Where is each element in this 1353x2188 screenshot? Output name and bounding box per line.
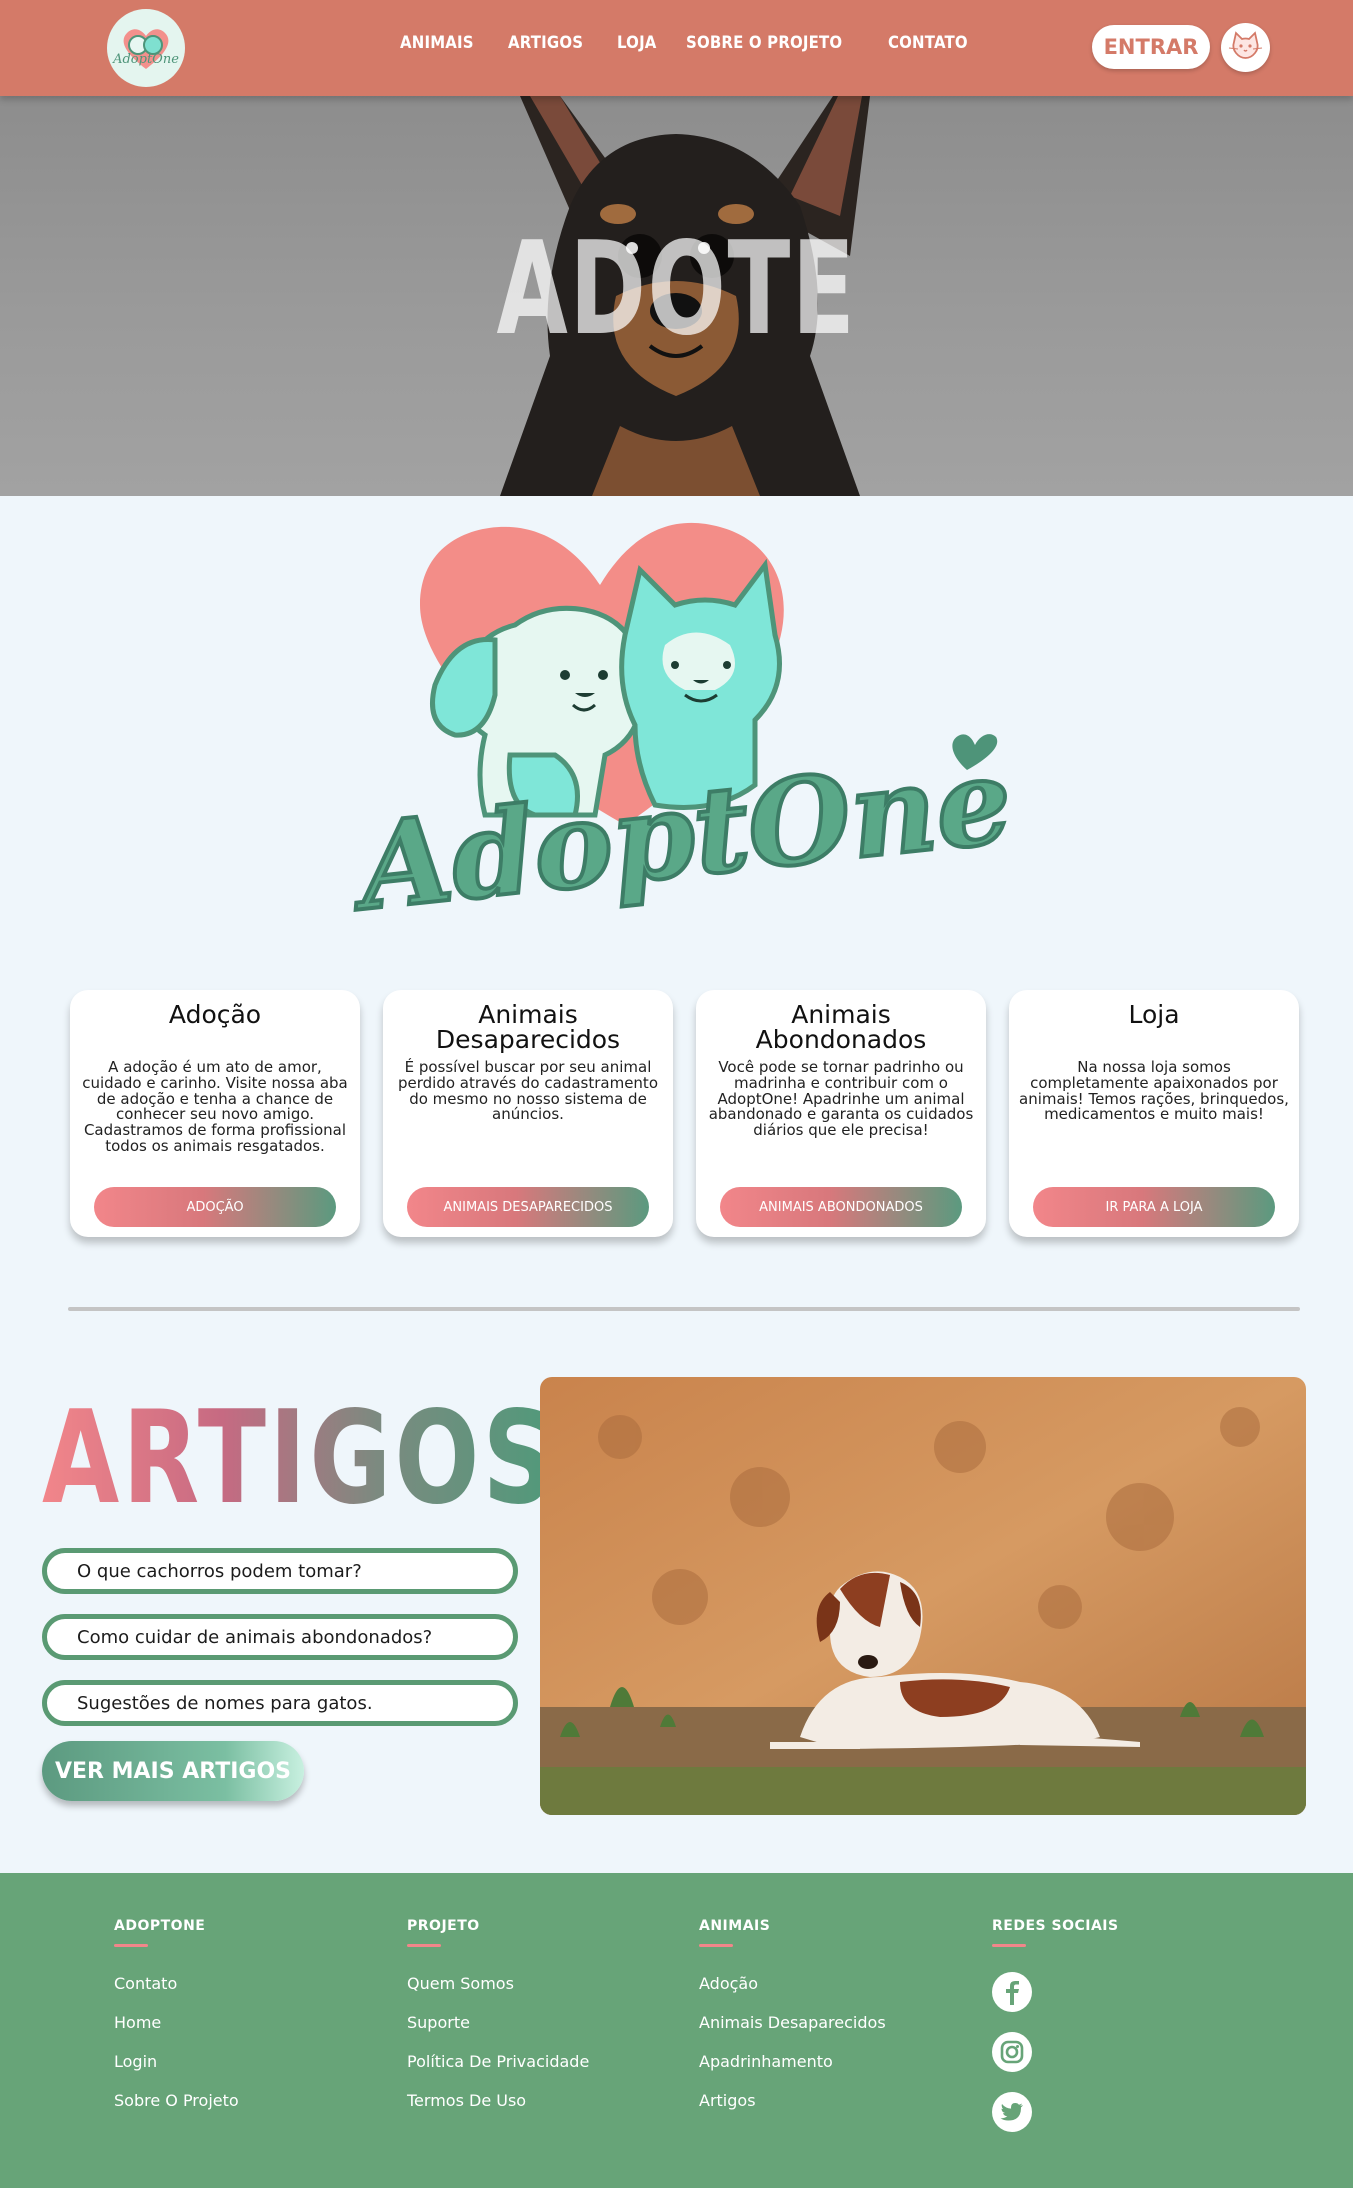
hero-title: ADOTE [496,215,857,364]
card-adocao: Adoção A adoção é um ato de amor, cuidad… [70,990,360,1237]
heading-underline [992,1944,1026,1947]
article-dog-image [540,1377,1306,1815]
heading-underline [699,1944,733,1947]
footer-link-quem-somos[interactable]: Quem Somos [407,1972,589,1996]
footer-heading: REDES SOCIAIS [992,1918,1119,1934]
instagram-icon[interactable] [992,2032,1032,2072]
login-button[interactable]: ENTRAR [1092,25,1210,69]
footer-link-termos[interactable]: Termos De Uso [407,2089,589,2113]
site-footer: ADOPTONE Contato Home Login Sobre O Proj… [0,1873,1353,2188]
card-title: Animais Abondonados [755,1000,927,1054]
card-title: Animais Desaparecidos [435,1000,621,1054]
footer-link-contato[interactable]: Contato [114,1972,239,1996]
nav-contato[interactable]: CONTATO [888,33,968,53]
footer-link-suporte[interactable]: Suporte [407,2011,589,2035]
footer-column-redes-sociais: REDES SOCIAIS [992,1918,1119,2132]
footer-column-adoptone: ADOPTONE Contato Home Login Sobre O Proj… [114,1918,239,2113]
heading-underline [114,1944,148,1947]
footer-link-home[interactable]: Home [114,2011,239,2035]
card-text: Você pode se tornar padrinho ou madrinha… [708,1058,974,1139]
nav-loja[interactable]: LOJA [617,33,657,53]
svg-text:AdoptOne: AdoptOne [112,52,179,67]
article-link-2[interactable]: Como cuidar de animais abondonados? [42,1614,518,1660]
adoptone-logo: AdoptOne [335,515,1035,940]
card-title: Adoção [168,1000,262,1029]
footer-link-artigos[interactable]: Artigos [699,2089,886,2113]
hero-banner: ADOTE [0,96,1353,496]
adocao-button[interactable]: ADOÇÃO [94,1187,336,1227]
cat-avatar-icon[interactable] [1221,23,1270,72]
footer-heading: ADOPTONE [114,1918,206,1934]
article-link-3[interactable]: Sugestões de nomes para gatos. [42,1680,518,1726]
site-header: AdoptOne ANIMAIS ARTIGOS LOJA SOBRE O PR… [0,0,1353,96]
footer-column-animais: ANIMAIS Adoção Animais Desaparecidos Apa… [699,1918,886,2113]
card-animais-abondonados: Animais Abondonados Você pode se tornar … [696,990,986,1237]
nav-artigos[interactable]: ARTIGOS [508,33,583,53]
card-text: É possível buscar por seu animal perdido… [397,1058,658,1124]
card-animais-desaparecidos: Animais Desaparecidos É possível buscar … [383,990,673,1237]
main-nav: ANIMAIS ARTIGOS LOJA SOBRE O PROJETO CON… [400,33,979,53]
card-text: A adoção é um ato de amor, cuidado e car… [82,1058,348,1155]
card-text: Na nossa loja somos completamente apaixo… [1019,1058,1289,1124]
feature-cards: Adoção A adoção é um ato de amor, cuidad… [70,990,1300,1237]
footer-column-projeto: PROJETO Quem Somos Suporte Política De P… [407,1918,589,2113]
articles-title: ARTIGOS [42,1384,558,1533]
footer-link-login[interactable]: Login [114,2050,239,2074]
footer-link-animais-desaparecidos[interactable]: Animais Desaparecidos [699,2011,886,2035]
footer-link-privacidade[interactable]: Política De Privacidade [407,2050,589,2074]
nav-animais[interactable]: ANIMAIS [400,33,474,53]
article-link-1[interactable]: O que cachorros podem tomar? [42,1548,518,1594]
footer-link-apadrinhamento[interactable]: Apadrinhamento [699,2050,886,2074]
nav-sobre-o-projeto[interactable]: SOBRE O PROJETO [686,33,842,53]
animais-desaparecidos-button[interactable]: ANIMAIS DESAPARECIDOS [407,1187,649,1227]
footer-link-adocao[interactable]: Adoção [699,1972,886,1996]
ir-para-a-loja-button[interactable]: IR PARA A LOJA [1033,1187,1275,1227]
card-title: Loja [1128,1000,1180,1029]
heading-underline [407,1944,441,1947]
footer-heading: PROJETO [407,1918,480,1934]
site-logo[interactable]: AdoptOne [107,9,185,87]
animais-abondonados-button[interactable]: ANIMAIS ABONDONADOS [720,1187,962,1227]
more-articles-button[interactable]: VER MAIS ARTIGOS [42,1741,304,1801]
footer-heading: ANIMAIS [699,1918,771,1934]
facebook-icon[interactable] [992,1972,1032,2012]
twitter-icon[interactable] [992,2092,1032,2132]
footer-link-sobre-o-projeto[interactable]: Sobre O Projeto [114,2089,239,2113]
section-divider [68,1307,1300,1311]
card-loja: Loja Na nossa loja somos completamente a… [1009,990,1299,1237]
